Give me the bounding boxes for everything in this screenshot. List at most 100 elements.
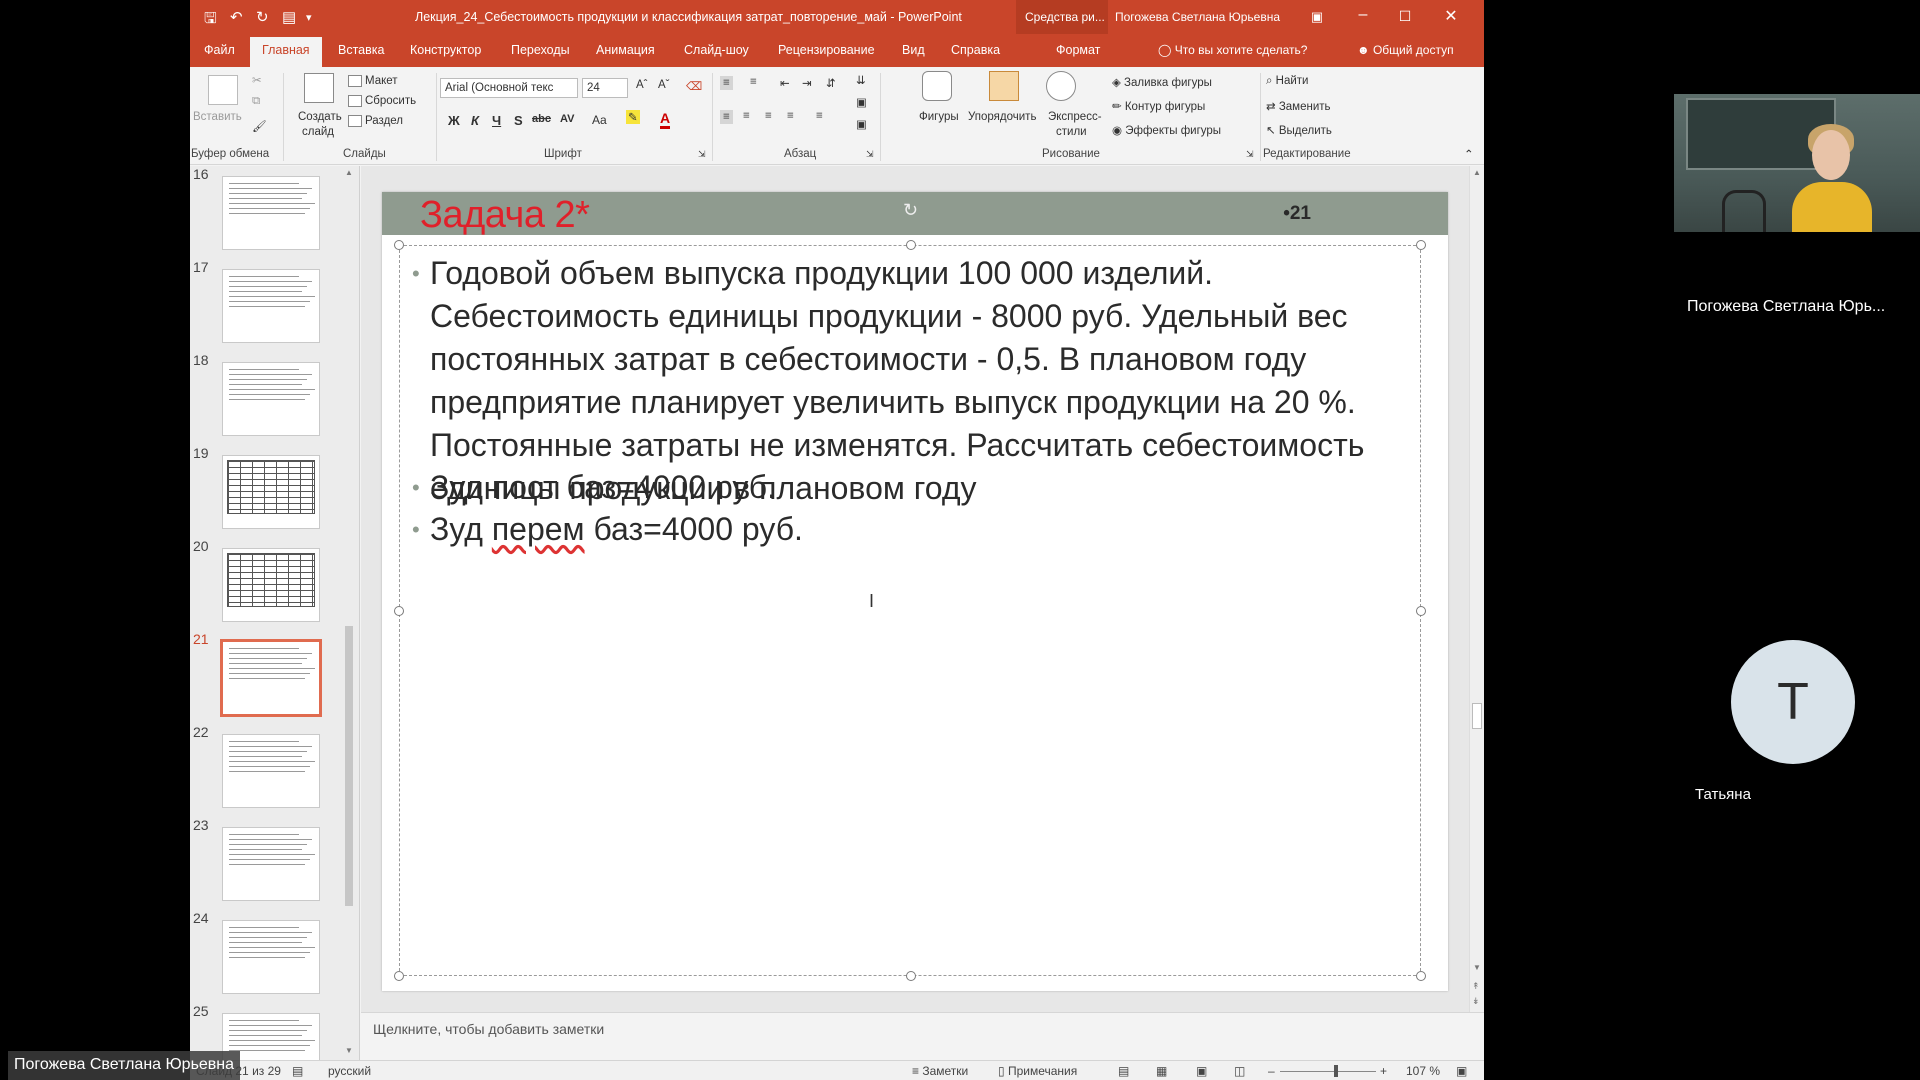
columns-icon[interactable]: ≡ <box>816 110 823 122</box>
align-right-icon[interactable]: ≡ <box>765 110 772 122</box>
user-name[interactable]: Погожева Светлана Юрьевна <box>1115 10 1280 24</box>
customize-quick-access-icon[interactable]: ▾ <box>306 11 312 24</box>
section-button[interactable]: Раздел <box>348 115 403 127</box>
resize-handle[interactable] <box>394 971 404 981</box>
tab-help[interactable]: Справка <box>951 43 1000 57</box>
resize-handle[interactable] <box>906 971 916 981</box>
replace-button[interactable]: ⇄ Заменить <box>1266 99 1331 113</box>
font-size-select[interactable]: 24 <box>582 78 628 98</box>
tab-format[interactable]: Формат <box>1056 43 1100 57</box>
slide-sorter-icon[interactable]: ▦ <box>1156 1064 1167 1078</box>
collapse-ribbon-icon[interactable]: ⌃ <box>1464 147 1474 161</box>
italic-button[interactable]: К <box>471 113 479 128</box>
share-button[interactable]: ☻ Общий доступ <box>1357 43 1454 57</box>
increase-font-icon[interactable]: Aˆ <box>636 79 648 91</box>
align-center-icon[interactable]: ≡ <box>743 110 750 122</box>
resize-handle[interactable] <box>1416 971 1426 981</box>
text-direction-icon[interactable]: ⇊ <box>856 73 866 87</box>
format-painter-icon[interactable]: 🖌 <box>252 119 267 133</box>
quick-styles-icon[interactable] <box>1046 71 1076 101</box>
shadow-button[interactable]: S <box>514 113 523 128</box>
new-slide-icon[interactable] <box>304 73 334 103</box>
shape-effects-button[interactable]: ◉ Эффекты фигуры <box>1112 123 1221 137</box>
resize-handle[interactable] <box>1416 240 1426 250</box>
previous-slide-icon[interactable]: ↟ <box>1472 981 1480 992</box>
bullets-icon[interactable]: ≡ <box>720 76 733 90</box>
align-text-icon[interactable]: ▣ <box>856 95 867 109</box>
scroll-up-icon[interactable]: ▲ <box>345 168 353 177</box>
paste-icon[interactable] <box>208 75 238 105</box>
notes-placeholder[interactable]: Щелкните, чтобы добавить заметки <box>373 1021 604 1037</box>
resize-handle[interactable] <box>1416 606 1426 616</box>
slide-thumbnail[interactable] <box>222 920 320 994</box>
arrange-button[interactable]: Упорядочить <box>968 111 1036 123</box>
clear-formatting-icon[interactable]: ⌫ <box>686 79 702 93</box>
resize-handle[interactable] <box>906 240 916 250</box>
resize-handle[interactable] <box>394 606 404 616</box>
language-indicator[interactable]: русский <box>328 1064 371 1078</box>
line-spacing-icon[interactable]: ⇵ <box>826 76 836 90</box>
slide-thumbnail[interactable] <box>220 639 322 717</box>
maximize-button[interactable]: ☐ <box>1394 8 1416 25</box>
rotate-handle-icon[interactable]: ↻ <box>903 200 918 221</box>
scroll-down-icon[interactable]: ▼ <box>345 1046 353 1055</box>
tab-design[interactable]: Конструктор <box>410 43 481 57</box>
bullet-paragraph[interactable]: • Зуд пост баз=4000 руб. <box>412 466 1420 509</box>
new-slide-label-2[interactable]: слайд <box>302 126 334 138</box>
shapes-icon[interactable] <box>922 71 952 101</box>
slide-title[interactable]: Задача 2* <box>420 194 590 237</box>
shape-outline-button[interactable]: ✏ Контур фигуры <box>1112 99 1205 113</box>
minimize-button[interactable]: – <box>1352 6 1374 24</box>
scrollbar-thumb[interactable] <box>1472 703 1482 729</box>
slideshow-view-icon[interactable]: ◫ <box>1234 1064 1245 1078</box>
zoom-in-button[interactable]: + <box>1380 1064 1387 1078</box>
character-spacing-button[interactable]: AV <box>560 113 574 125</box>
align-left-icon[interactable]: ≡ <box>720 110 733 124</box>
underline-button[interactable]: Ч <box>492 113 501 128</box>
notes-toggle-button[interactable]: ≡ Заметки <box>912 1064 968 1078</box>
tab-slideshow[interactable]: Слайд-шоу <box>684 43 749 57</box>
scrollbar-thumb[interactable] <box>345 626 353 906</box>
paragraph-dialog-launcher-icon[interactable]: ⇲ <box>866 149 874 160</box>
tell-me-search[interactable]: ◯ Что вы хотите сделать? <box>1158 43 1307 57</box>
normal-view-icon[interactable]: ▤ <box>1118 1064 1129 1078</box>
reset-button[interactable]: Сбросить <box>348 95 416 107</box>
notes-pane[interactable]: Щелкните, чтобы добавить заметки <box>361 1012 1484 1060</box>
slide-thumbnail[interactable] <box>222 734 320 808</box>
resize-handle[interactable] <box>394 240 404 250</box>
tab-review[interactable]: Рецензирование <box>778 43 875 57</box>
shape-fill-button[interactable]: ◈ Заливка фигуры <box>1112 75 1212 89</box>
slide-thumbnail[interactable] <box>222 269 320 343</box>
decrease-font-icon[interactable]: Aˇ <box>658 79 670 91</box>
select-button[interactable]: ↖ Выделить <box>1266 123 1332 137</box>
ribbon-display-icon[interactable]: ▣ <box>1306 9 1328 25</box>
decrease-indent-icon[interactable]: ⇤ <box>780 76 790 90</box>
tab-view[interactable]: Вид <box>902 43 925 57</box>
font-dialog-launcher-icon[interactable]: ⇲ <box>698 149 706 160</box>
misspelled-word[interactable]: перем <box>492 511 585 547</box>
zoom-slider-thumb[interactable] <box>1334 1065 1338 1077</box>
tab-home[interactable]: Главная <box>250 37 322 67</box>
reading-view-icon[interactable]: ▣ <box>1196 1064 1207 1078</box>
close-button[interactable]: ✕ <box>1440 6 1462 26</box>
scroll-up-icon[interactable]: ▲ <box>1473 168 1481 177</box>
tab-transitions[interactable]: Переходы <box>511 43 570 57</box>
content-textbox[interactable]: • Годовой объем выпуска продукции 100 00… <box>394 240 1426 981</box>
bullet-paragraph[interactable]: • Зуд перем баз=4000 руб. <box>412 508 1420 551</box>
spellcheck-icon[interactable]: ▤ <box>292 1064 303 1078</box>
highlight-color-icon[interactable]: ✎ <box>626 110 640 124</box>
numbering-icon[interactable]: ≡ <box>750 76 757 88</box>
thumbnail-scrollbar[interactable]: ▲ ▼ <box>342 166 356 1060</box>
zoom-level[interactable]: 107 % <box>1406 1064 1440 1078</box>
zoom-out-button[interactable]: – <box>1268 1064 1275 1078</box>
slide-thumbnail[interactable] <box>222 455 320 529</box>
redo-icon[interactable]: ↻ <box>256 8 269 26</box>
slide-thumbnail[interactable] <box>222 827 320 901</box>
strikethrough-button[interactable]: abc <box>532 113 551 125</box>
tab-file[interactable]: Файл <box>204 43 235 57</box>
font-color-icon[interactable]: A <box>660 110 671 129</box>
zoom-slider-track[interactable] <box>1280 1071 1376 1072</box>
arrange-icon[interactable] <box>989 71 1019 101</box>
justify-icon[interactable]: ≡ <box>787 110 794 122</box>
find-button[interactable]: ⌕ Найти <box>1266 75 1308 88</box>
